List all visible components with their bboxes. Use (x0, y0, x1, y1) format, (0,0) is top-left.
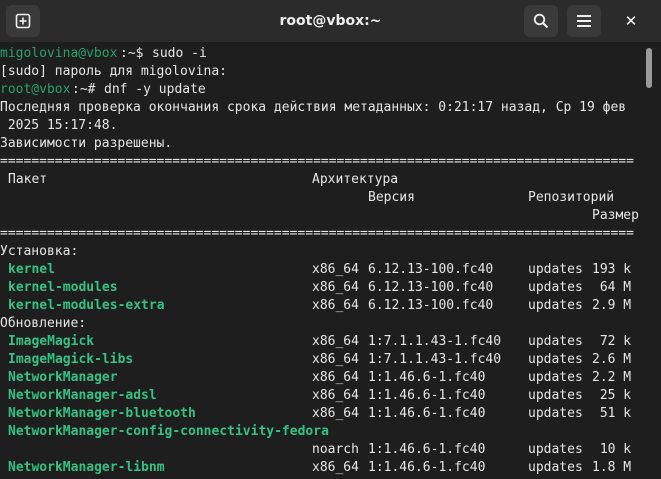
package-size: 51 k (592, 406, 632, 421)
separator-rule: ========================================… (0, 154, 634, 169)
table-row: NetworkManager-config-connectivity-fedor… (0, 423, 644, 441)
menu-button[interactable] (567, 5, 601, 37)
package-version: 1:1.46.6-1.fc40 (368, 388, 486, 403)
package-repo: updates (528, 262, 583, 277)
package-name: NetworkManager-libnm (8, 460, 165, 475)
search-button[interactable] (524, 5, 558, 37)
package-version: 1:1.46.6-1.fc40 (368, 406, 486, 421)
header-size: Размер (592, 208, 639, 223)
table-row: ImageMagick x86_64 1:7.1.1.43-1.fc40 upd… (0, 333, 644, 351)
package-name: kernel-modules (8, 280, 118, 295)
package-version: 1:7.1.1.43-1.fc40 (368, 352, 502, 367)
package-version: 6.12.13-100.fc40 (368, 262, 494, 277)
package-size: 72 k (592, 334, 632, 349)
hamburger-menu-icon (577, 15, 591, 27)
header-repo: Репозиторий (528, 190, 615, 205)
section-install: Установка: (0, 244, 79, 259)
package-name: NetworkManager (8, 370, 118, 385)
package-version: 1:7.1.1.43-1.fc40 (368, 334, 502, 349)
package-name: ImageMagick-libs (8, 352, 134, 367)
package-repo: updates (528, 388, 583, 403)
scrollbar-thumb[interactable] (646, 48, 652, 88)
prompt-separator: :~# (72, 82, 104, 97)
section-update: Обновление: (0, 316, 87, 331)
package-repo: updates (528, 352, 583, 367)
plus-square-icon (15, 13, 31, 29)
package-size: 64 M (592, 280, 632, 295)
table-row: kernel-modules x86_64 6.12.13-100.fc40 u… (0, 279, 644, 297)
package-repo: updates (528, 406, 583, 421)
package-arch: x86_64 (312, 352, 359, 367)
prompt-user-host: root@vbox (0, 82, 71, 97)
package-size: 25 k (592, 388, 632, 403)
table-row: ImageMagick-libs x86_64 1:7.1.1.43-1.fc4… (0, 351, 644, 369)
close-icon: ✕ (624, 12, 638, 30)
package-version: 6.12.13-100.fc40 (368, 298, 494, 313)
package-name: NetworkManager-config-connectivity-fedor… (8, 424, 329, 439)
package-repo: updates (528, 298, 583, 313)
metadata-line: Последняя проверка окончания срока дейст… (0, 100, 627, 115)
table-header: Пакет Архитектура (0, 171, 644, 189)
table-row: kernel-modules-extra x86_64 6.12.13-100.… (0, 297, 644, 315)
prompt-user-host: migolovina@vbox (0, 46, 118, 61)
package-arch: x86_64 (312, 406, 359, 421)
new-tab-button[interactable] (6, 5, 40, 37)
package-arch: x86_64 (312, 460, 359, 475)
table-row-continued: noarch 1:1.46.6-1.fc40 updates 10 k (0, 441, 644, 459)
table-row: NetworkManager x86_64 1:1.46.6-1.fc40 up… (0, 369, 644, 387)
package-size: 10 k (592, 442, 632, 457)
header-package: Пакет (8, 172, 48, 187)
search-icon (533, 13, 549, 29)
package-repo: updates (528, 334, 583, 349)
package-repo: updates (528, 370, 583, 385)
package-arch: x86_64 (312, 280, 359, 295)
package-size: 2.6 M (592, 352, 632, 367)
prompt-line: root@vbox:~# dnf -y update (0, 81, 206, 99)
title-bar: root@vbox:~ ✕ (0, 0, 661, 42)
package-version: 6.12.13-100.fc40 (368, 280, 494, 295)
package-size: 193 k (592, 262, 632, 277)
table-row: NetworkManager-adsl x86_64 1:1.46.6-1.fc… (0, 387, 644, 405)
table-row: NetworkManager-bluetooth x86_64 1:1.46.6… (0, 405, 644, 423)
command-text: dnf -y update (104, 82, 206, 97)
prompt-separator: :~$ (120, 46, 152, 61)
table-header: Версия Репозиторий (0, 189, 644, 207)
terminal-output[interactable]: migolovina@vbox:~$ sudo -i [sudo] пароль… (0, 42, 644, 479)
package-repo: updates (528, 442, 583, 457)
prompt-line: migolovina@vbox:~$ sudo -i (0, 45, 207, 63)
package-arch: noarch (312, 442, 359, 457)
package-name: NetworkManager-bluetooth (8, 406, 196, 421)
package-version: 1:1.46.6-1.fc40 (368, 442, 486, 457)
scrollbar-track[interactable] (644, 42, 661, 479)
metadata-line: 2025 15:17:48. (0, 118, 118, 133)
sudo-prompt: [sudo] пароль для migolovina: (0, 64, 227, 79)
table-header: Размер (0, 207, 644, 225)
header-version: Версия (368, 190, 415, 205)
package-version: 1:1.46.6-1.fc40 (368, 370, 486, 385)
window-title: root@vbox:~ (279, 13, 382, 29)
package-size: 2.9 M (592, 298, 632, 313)
package-arch: x86_64 (312, 298, 359, 313)
package-size: 2.2 M (592, 370, 632, 385)
package-arch: x86_64 (312, 388, 359, 403)
package-version: 1:1.46.6-1.fc40 (368, 460, 486, 475)
package-name: kernel-modules-extra (8, 298, 165, 313)
header-arch: Архитектура (312, 172, 399, 187)
table-row: NetworkManager-libnm x86_64 1:1.46.6-1.f… (0, 459, 644, 477)
package-repo: updates (528, 280, 583, 295)
separator-rule: ========================================… (0, 226, 634, 241)
package-repo: updates (528, 460, 583, 475)
dependencies-line: Зависимости разрешены. (0, 136, 173, 151)
package-name: kernel (8, 262, 55, 277)
package-size: 1.8 M (592, 460, 632, 475)
package-arch: x86_64 (312, 262, 359, 277)
package-arch: x86_64 (312, 334, 359, 349)
command-text: sudo -i (152, 46, 207, 61)
package-arch: x86_64 (312, 370, 359, 385)
package-name: NetworkManager-adsl (8, 388, 157, 403)
close-button[interactable]: ✕ (614, 5, 648, 37)
table-row: kernel x86_64 6.12.13-100.fc40 updates 1… (0, 261, 644, 279)
package-name: ImageMagick (8, 334, 95, 349)
